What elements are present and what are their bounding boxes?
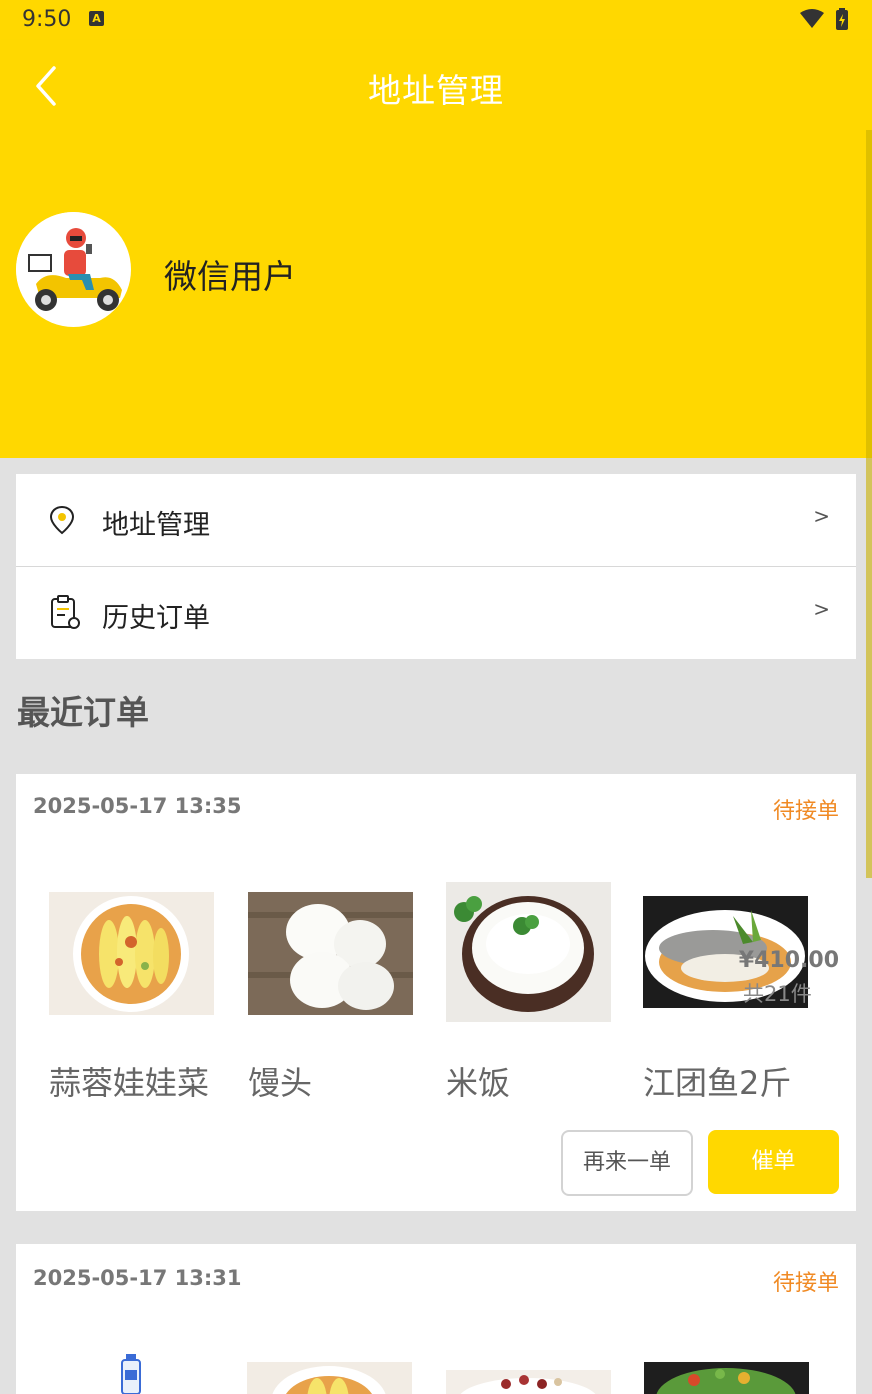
- delivery-rider-icon: [16, 212, 130, 326]
- order-count: 共21件: [743, 982, 812, 1006]
- chevron-right-icon: >: [813, 597, 830, 621]
- dish-name: 米饭: [446, 1064, 511, 1102]
- scrollbar[interactable]: [866, 130, 872, 878]
- menu-item-address[interactable]: 地址管理 >: [16, 474, 856, 566]
- page-title: 地址管理: [368, 71, 504, 110]
- dish-image-mantou: [248, 892, 413, 1015]
- reorder-button[interactable]: 再来一单: [561, 1130, 693, 1196]
- chevron-right-icon: >: [813, 504, 830, 528]
- avatar[interactable]: [16, 212, 131, 327]
- order-clipboard-icon: [48, 595, 80, 629]
- dish-name: 江团鱼2斤: [643, 1064, 792, 1102]
- urge-order-button[interactable]: 催单: [708, 1130, 839, 1194]
- order-time: 2025-05-17 13:35: [33, 794, 242, 818]
- location-pin-icon: [48, 504, 80, 538]
- order-status: 待接单: [772, 799, 839, 824]
- username: 微信用户: [164, 257, 296, 296]
- notification-icon: A: [89, 11, 104, 26]
- menu-label-history: 历史订单: [102, 603, 210, 634]
- menu-label-address: 地址管理: [102, 510, 210, 541]
- order-price: ¥410.00: [738, 948, 839, 973]
- dish-image-salad: [644, 1362, 809, 1394]
- dish-image-drink: [116, 1354, 146, 1394]
- profile-header: 微信用户: [0, 130, 872, 458]
- dish-name: 馒头: [248, 1064, 313, 1102]
- menu-item-history[interactable]: 历史订单 >: [16, 567, 856, 659]
- wifi-battery-icon: [800, 8, 848, 30]
- recent-orders-title: 最近订单: [17, 693, 149, 732]
- dish-image-beans: [446, 1370, 611, 1394]
- dish-image-cabbage: [247, 1362, 412, 1394]
- order-time: 2025-05-17 13:31: [33, 1266, 242, 1290]
- order-card[interactable]: 2025-05-17 13:35 待接单 蒜蓉娃娃菜 馒头 米饭 江团鱼2斤 ¥…: [16, 774, 856, 1211]
- status-bar: 9:50 A: [0, 0, 872, 40]
- status-time: 9:50: [22, 7, 72, 32]
- status-icons: [798, 8, 850, 36]
- dish-image-cabbage: [49, 892, 214, 1015]
- dish-name: 蒜蓉娃娃菜: [49, 1064, 210, 1102]
- order-status: 待接单: [772, 1271, 839, 1296]
- dish-image-rice: [446, 882, 611, 1022]
- app-bar: 地址管理: [0, 40, 872, 130]
- order-card[interactable]: 2025-05-17 13:31 待接单: [16, 1244, 856, 1394]
